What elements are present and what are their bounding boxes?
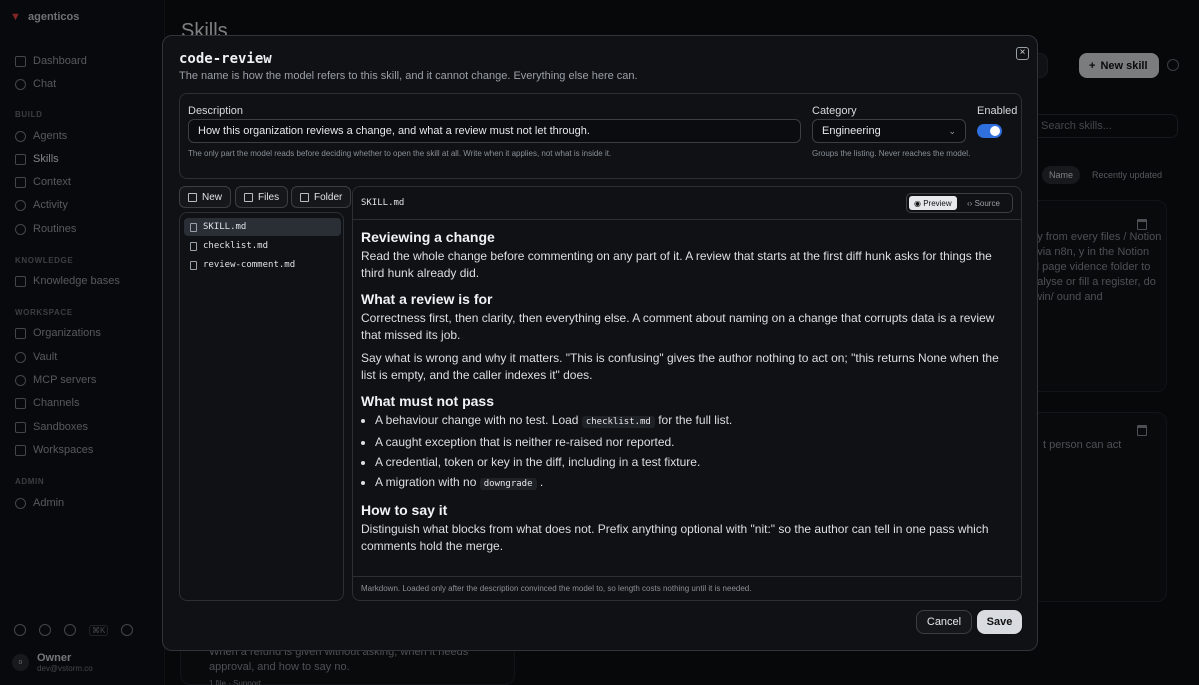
list-item: A migration with no downgrade .: [375, 474, 1011, 493]
paragraph: Correctness first, then clarity, then ev…: [361, 311, 995, 342]
file-name: review-comment.md: [203, 260, 296, 270]
list-item: A credential, token or key in the diff, …: [375, 454, 1011, 471]
file-name: SKILL.md: [203, 222, 247, 232]
preview-tab[interactable]: ◉ Preview: [909, 196, 957, 210]
heading: What must not pass: [361, 393, 495, 409]
inline-code: downgrade: [479, 478, 537, 490]
close-icon[interactable]: ×: [1016, 47, 1029, 60]
folder-upload-icon: [300, 192, 309, 202]
chevron-down-icon: ⌄: [948, 126, 956, 136]
source-label: Source: [974, 199, 1000, 208]
file-list: SKILL.md checklist.md review-comment.md: [179, 212, 344, 601]
list-text: for the full list.: [658, 413, 733, 427]
rule-list: A behaviour change with no test. Load ch…: [361, 412, 1011, 493]
file-item[interactable]: checklist.md: [184, 237, 341, 255]
heading: What a review is for: [361, 291, 493, 307]
inline-code: checklist.md: [581, 416, 655, 428]
file-plus-icon: [188, 192, 197, 202]
new-file-button[interactable]: New: [179, 186, 232, 208]
paragraph: Say what is wrong and why it matters. "T…: [361, 351, 999, 382]
source-tab[interactable]: ‹› Source: [962, 196, 1005, 210]
file-icon: [190, 241, 197, 251]
toggle-knob: [990, 126, 1000, 136]
list-text: .: [539, 475, 544, 489]
file-icon: [190, 222, 197, 232]
file-editor: SKILL.md ◉ Preview ‹› Source Reviewing a…: [352, 186, 1022, 601]
markdown-preview: Reviewing a change Read the whole change…: [361, 220, 1011, 578]
edit-skill-dialog: × code-review The name is how the model …: [162, 35, 1038, 651]
list-text: A migration with no: [375, 475, 477, 489]
paragraph: Read the whole change before commenting …: [361, 249, 992, 280]
skill-name: code-review: [179, 51, 272, 67]
list-item: A caught exception that is neither re-ra…: [375, 434, 1011, 451]
list-item: A behaviour change with no test. Load ch…: [375, 412, 1011, 431]
preview-label: Preview: [923, 199, 952, 208]
editor-filename: SKILL.md: [361, 198, 405, 208]
skill-name-hint: The name is how the model refers to this…: [179, 70, 638, 82]
enabled-label: Enabled: [977, 105, 1018, 117]
file-item[interactable]: SKILL.md: [184, 218, 341, 236]
category-value: Engineering: [822, 125, 881, 137]
category-hint: Groups the listing. Never reaches the mo…: [812, 149, 971, 158]
heading: How to say it: [361, 502, 448, 518]
new-file-label: New: [202, 191, 223, 203]
upload-icon: [244, 192, 253, 202]
file-item[interactable]: review-comment.md: [184, 256, 341, 274]
code-icon: ‹›: [967, 199, 975, 208]
heading: Reviewing a change: [361, 229, 495, 245]
enabled-toggle[interactable]: [977, 124, 1002, 138]
file-icon: [190, 260, 197, 270]
paragraph: Distinguish what blocks from what does n…: [361, 522, 989, 553]
upload-files-button[interactable]: Files: [235, 186, 289, 208]
list-text: A behaviour change with no test. Load: [375, 413, 579, 427]
editor-header: SKILL.md ◉ Preview ‹› Source: [353, 187, 1021, 220]
view-toggle: ◉ Preview ‹› Source: [906, 193, 1013, 213]
editor-footer: Markdown. Loaded only after the descript…: [353, 576, 1021, 600]
upload-files-label: Files: [258, 191, 280, 203]
description-hint: The only part the model reads before dec…: [188, 149, 612, 158]
upload-folder-button[interactable]: Folder: [291, 186, 352, 208]
category-select[interactable]: Engineering ⌄: [812, 119, 966, 143]
skill-metadata: Description How this organization review…: [179, 93, 1022, 179]
description-input[interactable]: How this organization reviews a change, …: [188, 119, 801, 143]
category-label: Category: [812, 105, 857, 117]
app: ▼ agenticos Dashboard Chat BUILD Agents …: [0, 0, 1199, 685]
save-button[interactable]: Save: [977, 610, 1022, 634]
cancel-button[interactable]: Cancel: [916, 610, 972, 634]
eye-icon: ◉: [914, 199, 924, 208]
description-label: Description: [188, 105, 244, 117]
upload-folder-label: Folder: [314, 191, 343, 203]
file-name: checklist.md: [203, 241, 269, 251]
